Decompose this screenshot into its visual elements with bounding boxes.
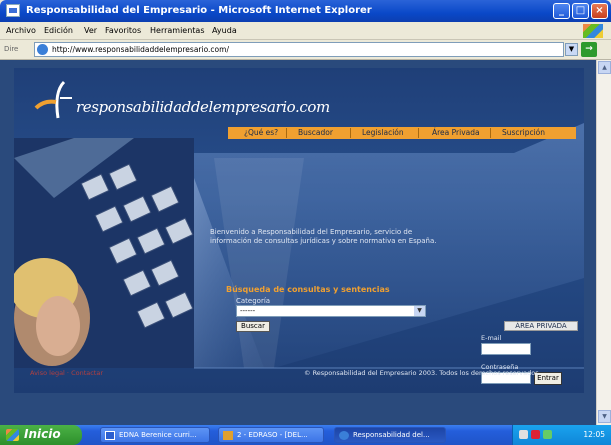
window-title: Responsabilidad del Empresario - Microso… (26, 5, 372, 16)
nav-buscador[interactable]: Buscador (298, 128, 333, 138)
category-select[interactable]: ------ ▼ (236, 305, 426, 317)
go-arrow-icon[interactable]: → (581, 42, 597, 57)
close-button[interactable]: × (591, 3, 608, 19)
footer-links[interactable]: Aviso legal · Contactar (30, 369, 103, 377)
keyboard-photo (14, 138, 194, 368)
site-nav: ¿Qué es? Buscador Legislación Área Priva… (228, 127, 576, 139)
category-value: ------ (240, 307, 256, 315)
menu-ver[interactable]: Ver (84, 26, 97, 35)
site-logo-text[interactable]: responsabilidaddelempresario.com (76, 98, 330, 116)
vertical-scrollbar[interactable]: ▲ ▼ (596, 60, 611, 425)
menu-ayuda[interactable]: Ayuda (212, 26, 237, 35)
taskbar-item-label: EDNA Berenice curri... (119, 431, 197, 439)
clock: 12:05 (583, 430, 605, 439)
browser-viewport: responsabilidaddelempresario.com ¿Qué es… (0, 60, 596, 425)
scroll-down-icon[interactable]: ▼ (598, 410, 611, 423)
volume-icon[interactable] (543, 430, 552, 439)
word-icon (105, 431, 115, 440)
nav-legislacion[interactable]: Legislación (362, 128, 404, 138)
nav-area-privada[interactable]: Área Privada (432, 128, 480, 138)
page-icon (37, 44, 48, 55)
nav-que-es[interactable]: ¿Qué es? (244, 128, 278, 138)
taskbar-item-label: 2 - EDRASO - [DEL... (237, 431, 308, 439)
menu-herramientas[interactable]: Herramientas (150, 26, 205, 35)
windows-flag-icon (583, 24, 603, 38)
windows-flag-icon (6, 429, 19, 441)
folder-icon (223, 431, 233, 440)
menu-favoritos[interactable]: Favoritos (105, 26, 141, 35)
antivirus-icon[interactable] (531, 430, 540, 439)
maximize-button[interactable]: □ (572, 3, 589, 19)
search-title: Búsqueda de consultas y sentencias (226, 285, 390, 294)
email-field[interactable] (481, 343, 531, 355)
ie-icon (6, 4, 20, 17)
network-icon[interactable] (519, 430, 528, 439)
nav-separator (350, 128, 351, 138)
nav-separator (418, 128, 419, 138)
menu-bar: Archivo Edición Ver Favoritos Herramient… (0, 22, 611, 40)
taskbar-item[interactable]: Responsabilidad del... (334, 427, 446, 443)
address-url: http://www.responsabilidaddelempresario.… (52, 45, 229, 54)
start-button[interactable]: Inicio (0, 425, 82, 445)
taskbar-item[interactable]: 2 - EDRASO - [DEL... (218, 427, 324, 443)
nav-suscripcion[interactable]: Suscripción (502, 128, 545, 138)
category-label: Categoría (236, 297, 271, 305)
web-page: responsabilidaddelempresario.com ¿Qué es… (14, 68, 584, 393)
minimize-button[interactable]: _ (553, 3, 570, 19)
private-area-header: ÁREA PRIVADA (504, 321, 578, 331)
logo-mark-icon (34, 80, 72, 119)
taskbar-item-label: Responsabilidad del... (353, 431, 430, 439)
email-label: E-mail (481, 334, 502, 342)
system-tray: 12:05 (512, 425, 611, 445)
address-bar: Dire http://www.responsabilidaddelempres… (0, 40, 611, 60)
address-label: Dire (4, 45, 19, 53)
chevron-down-icon[interactable]: ▼ (414, 306, 425, 316)
intro-text: Bienvenido a Responsabilidad del Empresa… (210, 228, 437, 245)
taskbar-item[interactable]: EDNA Berenice curri... (100, 427, 210, 443)
private-area-box: ÁREA PRIVADA E-mail Contraseña Entrar (476, 321, 578, 401)
scroll-up-icon[interactable]: ▲ (598, 61, 611, 74)
address-dropdown-icon[interactable]: ▼ (565, 43, 578, 56)
search-button[interactable]: Buscar (236, 321, 270, 332)
taskbar: Inicio EDNA Berenice curri... 2 - EDRASO… (0, 425, 611, 445)
title-bar: Responsabilidad del Empresario - Microso… (0, 0, 611, 22)
nav-separator (286, 128, 287, 138)
ie-icon (339, 431, 349, 440)
address-field[interactable]: http://www.responsabilidaddelempresario.… (34, 42, 564, 57)
footer-copyright: © Responsabilidad del Empresario 2003. T… (304, 369, 541, 377)
menu-edicion[interactable]: Edición (44, 26, 73, 35)
start-label: Inicio (24, 427, 61, 441)
nav-separator (490, 128, 491, 138)
menu-archivo[interactable]: Archivo (6, 26, 36, 35)
